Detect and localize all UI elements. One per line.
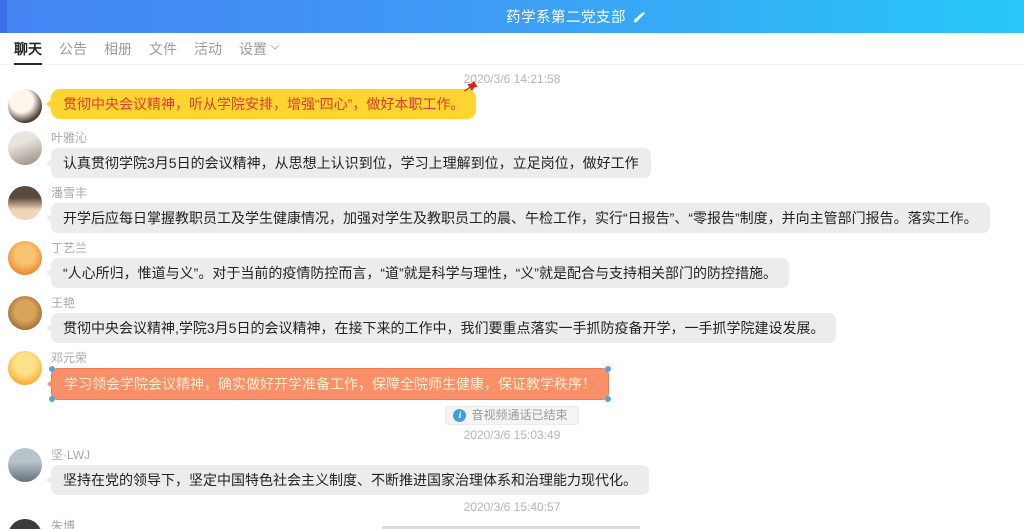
avatar[interactable] [8,351,42,385]
sender-name: 朱博 [51,519,75,529]
chat-message: 潘雪丰 开学后应每日掌握教职员工及学生健康情况，加强对学生及教职员工的晨、午检工… [8,186,1016,233]
message-list: 2020/3/6 14:21:58 贯彻中央会议精神，听从学院安排，增强“四心”… [0,72,1024,529]
header-edge-strip [0,0,7,33]
sender-name: 潘雪丰 [51,186,87,200]
selection-handle[interactable] [605,396,611,402]
tab-chat[interactable]: 聊天 [14,33,42,65]
selection-handle[interactable] [49,396,55,402]
pinned-message-bubble[interactable]: 贯彻中央会议精神，听从学院安排，增强“四心”，做好本职工作。 [51,89,476,119]
chat-message: 丁艺兰 “人心所归，惟道与义”。对于当前的疫情防控而言，“道”就是科学与理性，“… [8,241,1016,288]
message-bubble[interactable]: 认真贯彻学院3月5日的会议精神，从思想上认识到位，学习上理解到位，立足岗位，做好… [51,148,651,178]
message-bubble[interactable]: 开学后应每日掌握教职员工及学生健康情况，加强对学生及教职员工的晨、午检工作，实行… [51,203,990,233]
message-text: 学习领会学院会议精神，确实做好开学准备工作，保障全院师生健康，保证教学秩序！ [64,376,596,392]
avatar[interactable] [8,519,42,529]
message-bubble[interactable]: 贯彻中央会议精神,学院3月5日的会议精神，在接下来的工作中，我们要重点落实一手抓… [51,313,836,343]
message-text: 贯彻中央会议精神，听从学院安排，增强“四心”，做好本职工作。 [63,96,464,112]
message-bubble[interactable]: 坚持在党的领导下，坚定中国特色社会主义制度、不断推进国家治理体系和治理能力现代化… [51,465,649,495]
notice-text: 音视频通话已结束 [471,409,567,422]
tab-announcement-label: 公告 [59,34,87,64]
avatar[interactable] [8,241,42,275]
avatar[interactable] [8,186,42,220]
avatar[interactable] [8,448,42,482]
pin-icon [463,79,479,95]
tab-settings[interactable]: 设置 [239,33,278,65]
call-ended-notice: i 音视频通话已结束 [445,406,578,425]
tab-bar: 聊天 公告 相册 文件 活动 设置 [0,33,1024,65]
timestamp: 2020/3/6 15:03:49 [8,428,1016,442]
group-title: 药学系第二党支部 [506,6,626,27]
message-text: 认真贯彻学院3月5日的会议精神，从思想上认识到位，学习上理解到位，立足岗位，做好… [63,155,639,171]
message-text: 贯彻中央会议精神,学院3月5日的会议精神，在接下来的工作中，我们要重点落实一手抓… [63,320,824,336]
tab-announcement[interactable]: 公告 [59,33,87,65]
chat-message: 坚·LWJ 坚持在党的领导下，坚定中国特色社会主义制度、不断推进国家治理体系和治… [8,448,1016,495]
group-chat-window: 药学系第二党支部 聊天 公告 相册 文件 活动 设置 2020/3/6 14:2… [0,0,1024,529]
sender-name: 王艳 [51,296,75,310]
edit-title-icon[interactable] [632,10,646,24]
chat-message: 叶雅沁 认真贯彻学院3月5日的会议精神，从思想上认识到位，学习上理解到位，立足岗… [8,131,1016,178]
message-text: 开学后应每日掌握教职员工及学生健康情况，加强对学生及教职员工的晨、午检工作，实行… [63,210,978,226]
tab-chat-label: 聊天 [14,34,42,64]
chevron-down-icon [271,41,279,49]
sender-name: 邓元荣 [51,351,87,365]
info-icon: i [453,409,466,422]
message-bubble[interactable]: “人心所归，惟道与义”。对于当前的疫情防控而言，“道”就是科学与理性，“义”就是… [51,258,789,288]
tab-album-label: 相册 [104,34,132,64]
chat-message: 邓元荣 学习领会学院会议精神，确实做好开学准备工作，保障全院师生健康，保证教学秩… [8,351,1016,400]
selection-handle[interactable] [605,366,611,372]
chat-message: 王艳 贯彻中央会议精神,学院3月5日的会议精神，在接下来的工作中，我们要重点落实… [8,296,1016,343]
sender-name: 丁艺兰 [51,241,87,255]
tab-album[interactable]: 相册 [104,33,132,65]
group-header: 药学系第二党支部 [0,0,1024,33]
message-text: 坚持在党的领导下，坚定中国特色社会主义制度、不断推进国家治理体系和治理能力现代化… [63,472,637,488]
sender-name: 叶雅沁 [51,131,87,145]
message-text: “人心所归，惟道与义”。对于当前的疫情防控而言，“道”就是科学与理性，“义”就是… [63,265,777,281]
tab-activity-label: 活动 [194,34,222,64]
tab-activity[interactable]: 活动 [194,33,222,65]
selection-handle[interactable] [49,366,55,372]
chat-message: 贯彻中央会议精神，听从学院安排，增强“四心”，做好本职工作。 [8,89,1016,123]
timestamp: 2020/3/6 14:21:58 [8,72,1016,86]
avatar[interactable] [8,296,42,330]
selected-message-bubble[interactable]: 学习领会学院会议精神，确实做好开学准备工作，保障全院师生健康，保证教学秩序！ [51,368,609,400]
tab-settings-label: 设置 [239,34,267,64]
sender-name: 坚·LWJ [51,448,90,462]
avatar[interactable] [8,131,42,165]
tab-files[interactable]: 文件 [149,33,177,65]
tab-files-label: 文件 [149,34,177,64]
avatar[interactable] [8,89,42,123]
timestamp: 2020/3/6 15:40:57 [8,500,1016,514]
